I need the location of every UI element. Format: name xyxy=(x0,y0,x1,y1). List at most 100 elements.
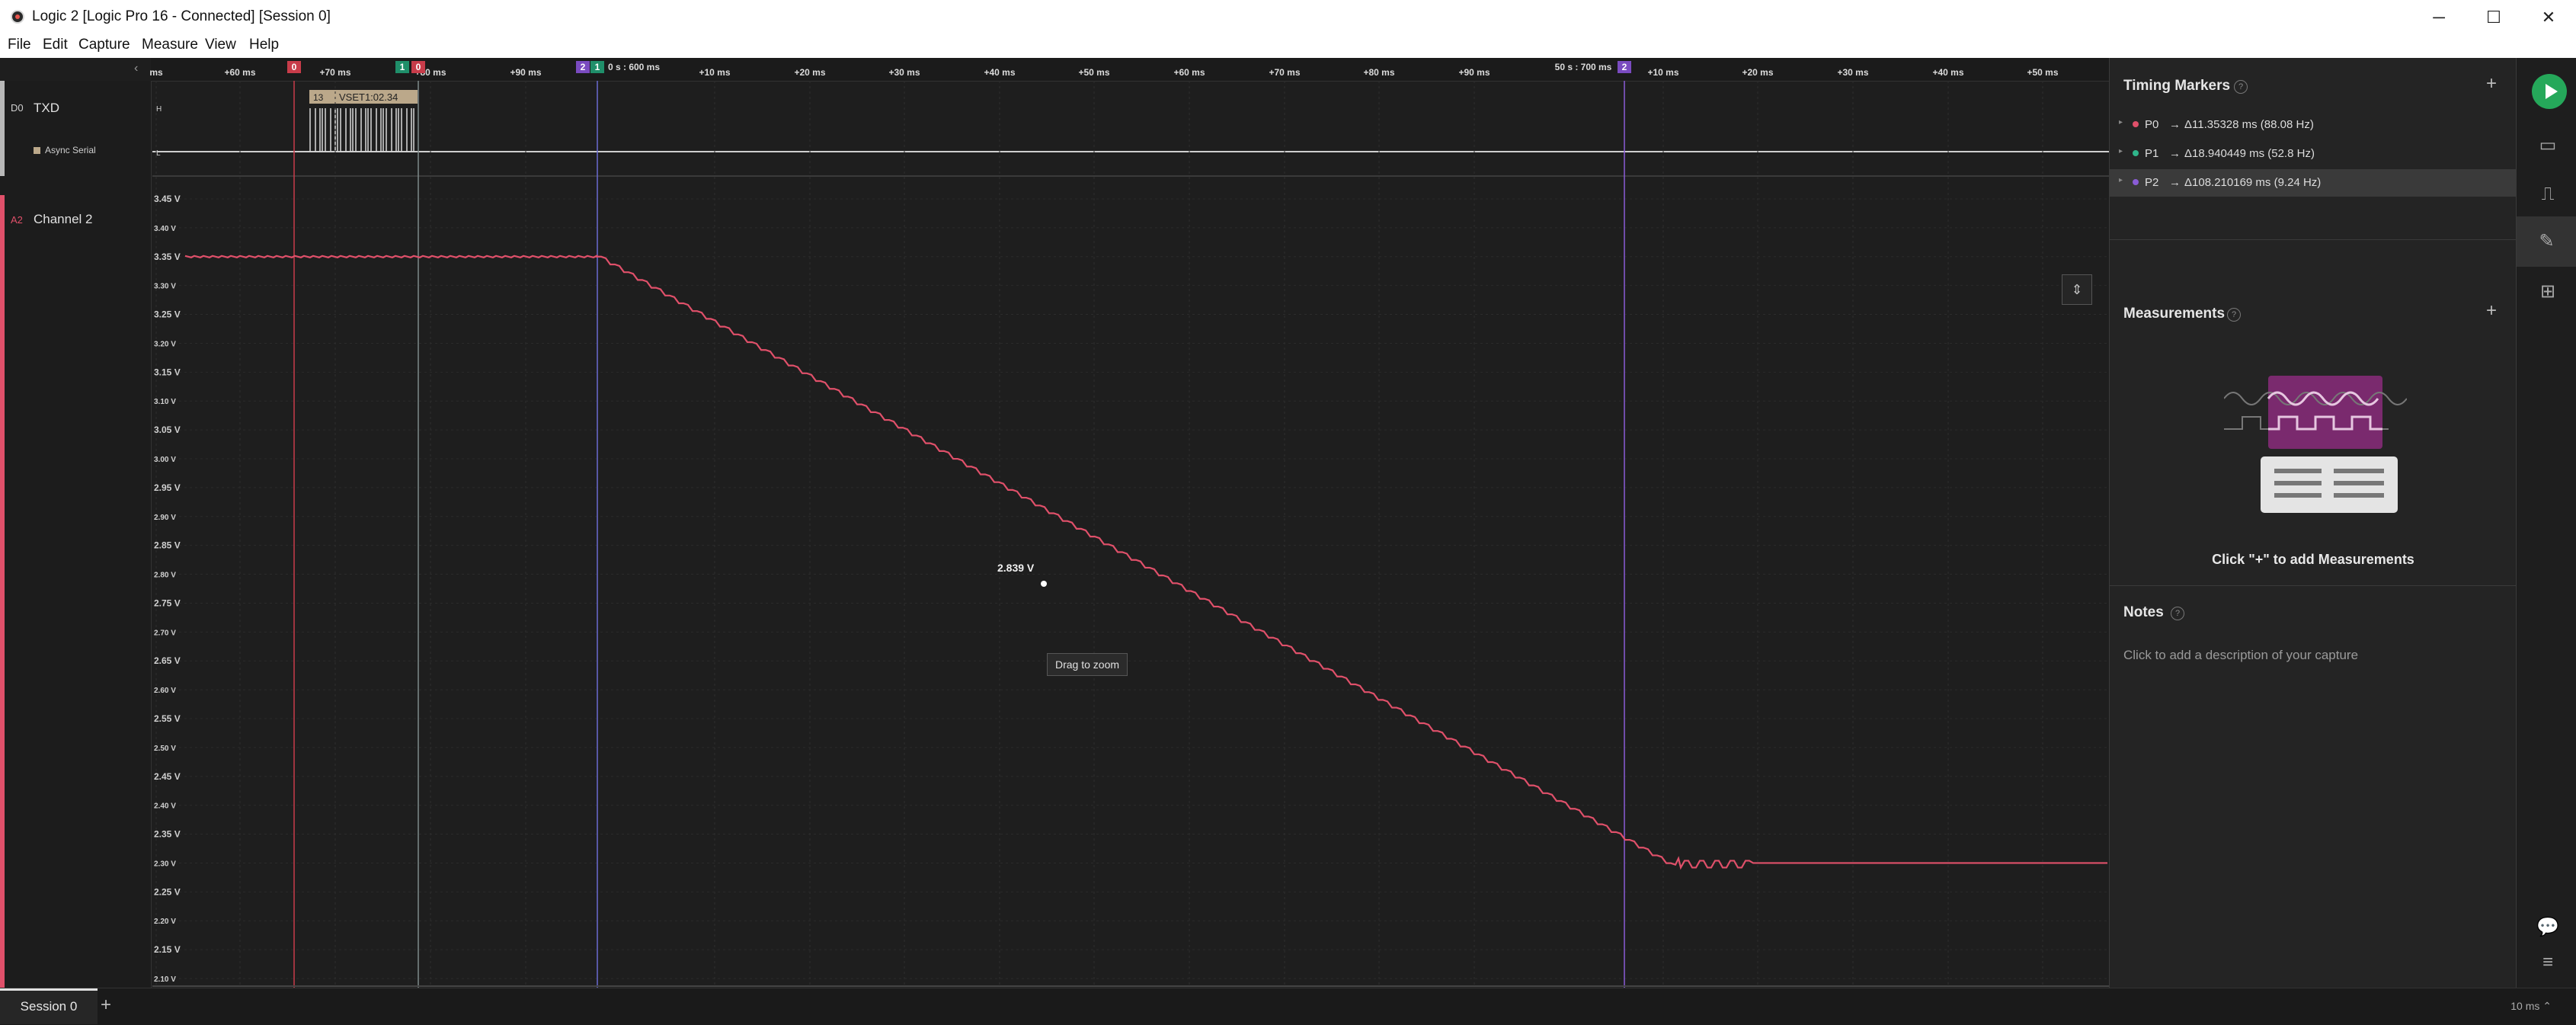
right-rail: ▭ ⎍ ✎ ⊞ 💬 ≡ xyxy=(2516,58,2576,988)
measurements-hint: Click "+" to add Measurements xyxy=(2212,552,2414,567)
menu-capture[interactable]: Capture xyxy=(78,37,130,53)
marker-id: P0 xyxy=(2145,118,2159,131)
arrow-icon: → xyxy=(2169,118,2181,131)
status-bar: Session 0 + 10 ms ⌃ xyxy=(0,988,2576,1025)
measurements-title: Measurements xyxy=(2123,306,2226,322)
measurements-illustration xyxy=(2224,376,2407,513)
session-tab[interactable]: Session 0 xyxy=(0,988,98,1024)
timing-markers-title: Timing Markers xyxy=(2123,78,2231,94)
menu-bar: File Edit Capture Measure View Help xyxy=(0,35,2576,58)
extensions-icon[interactable]: ⊞ xyxy=(2535,279,2561,305)
timing-marker-flag[interactable]: 1 xyxy=(395,61,409,73)
voltage-tick-label: 3.25 V xyxy=(154,309,181,320)
maximize-button[interactable]: ☐ xyxy=(2466,0,2521,35)
menu-edit[interactable]: Edit xyxy=(43,37,68,53)
zoom-tooltip: Drag to zoom xyxy=(1047,653,1128,676)
divider xyxy=(2110,239,2517,240)
play-icon[interactable] xyxy=(2532,74,2567,109)
voltage-tick-label: 2.50 V xyxy=(154,745,176,753)
voltage-tick-label: 2.70 V xyxy=(154,629,176,637)
device-icon[interactable]: ▭ xyxy=(2535,133,2561,159)
timing-marker-flag[interactable]: 2 xyxy=(1618,61,1631,73)
ruler-icon[interactable]: ✎ xyxy=(2517,216,2576,267)
time-tick-label: ms xyxy=(149,67,163,78)
time-tick-label: +30 ms xyxy=(1837,67,1869,78)
menu-measure[interactable]: Measure xyxy=(142,37,198,53)
time-tick-label: +80 ms xyxy=(1363,67,1395,78)
voltage-tick-label: 3.15 V xyxy=(154,367,181,377)
time-major-label: 50 s : 700 ms xyxy=(1554,62,1612,72)
collapse-icon[interactable]: ‹ xyxy=(134,62,138,75)
close-button[interactable]: ✕ xyxy=(2521,0,2576,35)
marker-row-p2[interactable]: ▸ P2 → Δ108.210169 ms (9.24 Hz) xyxy=(2110,169,2517,197)
time-tick-label: +10 ms xyxy=(1647,67,1679,78)
voltage-tick-label: 2.85 V xyxy=(154,540,181,551)
voltage-tick-label: 3.45 V xyxy=(154,194,181,204)
zoom-level-indicator[interactable]: 10 ms ⌃ xyxy=(2510,1000,2552,1013)
voltage-tick-label: 2.40 V xyxy=(154,802,176,811)
time-tick-label: +10 ms xyxy=(699,67,731,78)
add-measurement-button[interactable]: + xyxy=(2486,300,2497,322)
title-bar: Logic 2 [Logic Pro 16 - Connected] [Sess… xyxy=(0,0,2576,35)
timing-marker-flag[interactable]: 1 xyxy=(590,61,604,73)
voltage-tick-label: 2.45 V xyxy=(154,771,181,782)
voltage-tick-label: 2.20 V xyxy=(154,918,176,926)
waveform-plot[interactable]: H L 13 VSET1:02.34 3.45 V 3.40 V 3.35 V 3.30 V 3… xyxy=(0,81,2109,988)
sidebar: Timing Markers ? + ▸ P0 → Δ11.35328 ms (… xyxy=(2109,58,2517,988)
waveform-view[interactable]: ms +60 ms +70 ms +80 ms +90 ms +10 ms +20 ms +3… xyxy=(0,58,2109,988)
timing-marker-flag[interactable]: 0 xyxy=(411,61,425,73)
voltage-tick-label: 2.80 V xyxy=(154,572,176,580)
menu-help[interactable]: Help xyxy=(249,37,279,53)
serial-decode-text: VSET1:02.34 xyxy=(339,91,398,103)
marker-delta: Δ108.210169 ms (9.24 Hz) xyxy=(2184,176,2322,189)
add-timing-marker-button[interactable]: + xyxy=(2486,73,2497,94)
voltage-tick-label: 3.10 V xyxy=(154,398,176,406)
time-tick-label: +70 ms xyxy=(1269,67,1301,78)
menu-icon[interactable]: ≡ xyxy=(2535,950,2561,975)
help-icon[interactable]: ? xyxy=(2234,80,2248,94)
marker-dot-icon xyxy=(2133,179,2139,185)
analyzer-icon[interactable]: ⎍ xyxy=(2535,181,2561,207)
time-tick-label: +20 ms xyxy=(794,67,826,78)
time-tick-label: +30 ms xyxy=(888,67,920,78)
voltage-tick-label: 2.95 V xyxy=(154,482,181,493)
timing-marker-flag[interactable]: 2 xyxy=(576,61,590,73)
voltage-tick-label: 2.65 V xyxy=(154,655,181,666)
help-icon[interactable]: ? xyxy=(2171,607,2184,620)
voltage-tick-label: 2.25 V xyxy=(154,886,181,897)
new-session-button[interactable]: + xyxy=(101,995,111,1016)
time-tick-label: +60 ms xyxy=(1173,67,1205,78)
timing-marker-flag[interactable]: 0 xyxy=(287,61,301,73)
time-tick-label: +50 ms xyxy=(2027,67,2059,78)
window-title: Logic 2 [Logic Pro 16 - Connected] [Sess… xyxy=(32,8,331,24)
marker-delta: Δ11.35328 ms (88.08 Hz) xyxy=(2184,118,2314,131)
minimize-button[interactable]: ─ xyxy=(2411,0,2466,35)
digital-low-label: L xyxy=(156,149,161,158)
voltage-tick-label: 2.35 V xyxy=(154,829,181,840)
chat-icon[interactable]: 💬 xyxy=(2535,914,2561,940)
voltage-tick-label: 2.15 V xyxy=(154,944,181,955)
voltage-tick-label: 3.30 V xyxy=(154,283,176,291)
time-tick-label: +70 ms xyxy=(319,67,351,78)
marker-row-p1[interactable]: ▸ P1 → Δ18.940449 ms (52.8 Hz) xyxy=(2110,140,2517,168)
time-ruler[interactable]: ms +60 ms +70 ms +80 ms +90 ms +10 ms +20 ms +3… xyxy=(149,58,2109,82)
marker-dot-icon xyxy=(2133,121,2139,127)
notes-input[interactable]: Click to add a description of your captu… xyxy=(2123,648,2358,663)
cursor-value-label: 2.839 V xyxy=(997,562,1035,574)
menu-file[interactable]: File xyxy=(8,37,31,53)
marker-row-p0[interactable]: ▸ P0 → Δ11.35328 ms (88.08 Hz) xyxy=(2110,111,2517,139)
voltage-tick-label: 3.05 V xyxy=(154,424,181,435)
notes-title: Notes xyxy=(2123,604,2164,620)
time-tick-label: +50 ms xyxy=(1078,67,1110,78)
divider xyxy=(2110,585,2517,586)
menu-view[interactable]: View xyxy=(205,37,236,53)
fit-vertical-button[interactable]: ⇕ xyxy=(2062,274,2092,305)
help-icon[interactable]: ? xyxy=(2227,308,2241,322)
voltage-tick-label: 3.00 V xyxy=(154,456,176,464)
marker-id: P2 xyxy=(2145,176,2159,189)
serial-decode-index: 13 xyxy=(313,92,324,103)
time-major-label: 0 s : 600 ms xyxy=(607,62,661,72)
marker-dot-icon xyxy=(2133,150,2139,156)
logic-app-icon xyxy=(11,10,24,24)
voltage-tick-label: 2.75 V xyxy=(154,597,181,608)
